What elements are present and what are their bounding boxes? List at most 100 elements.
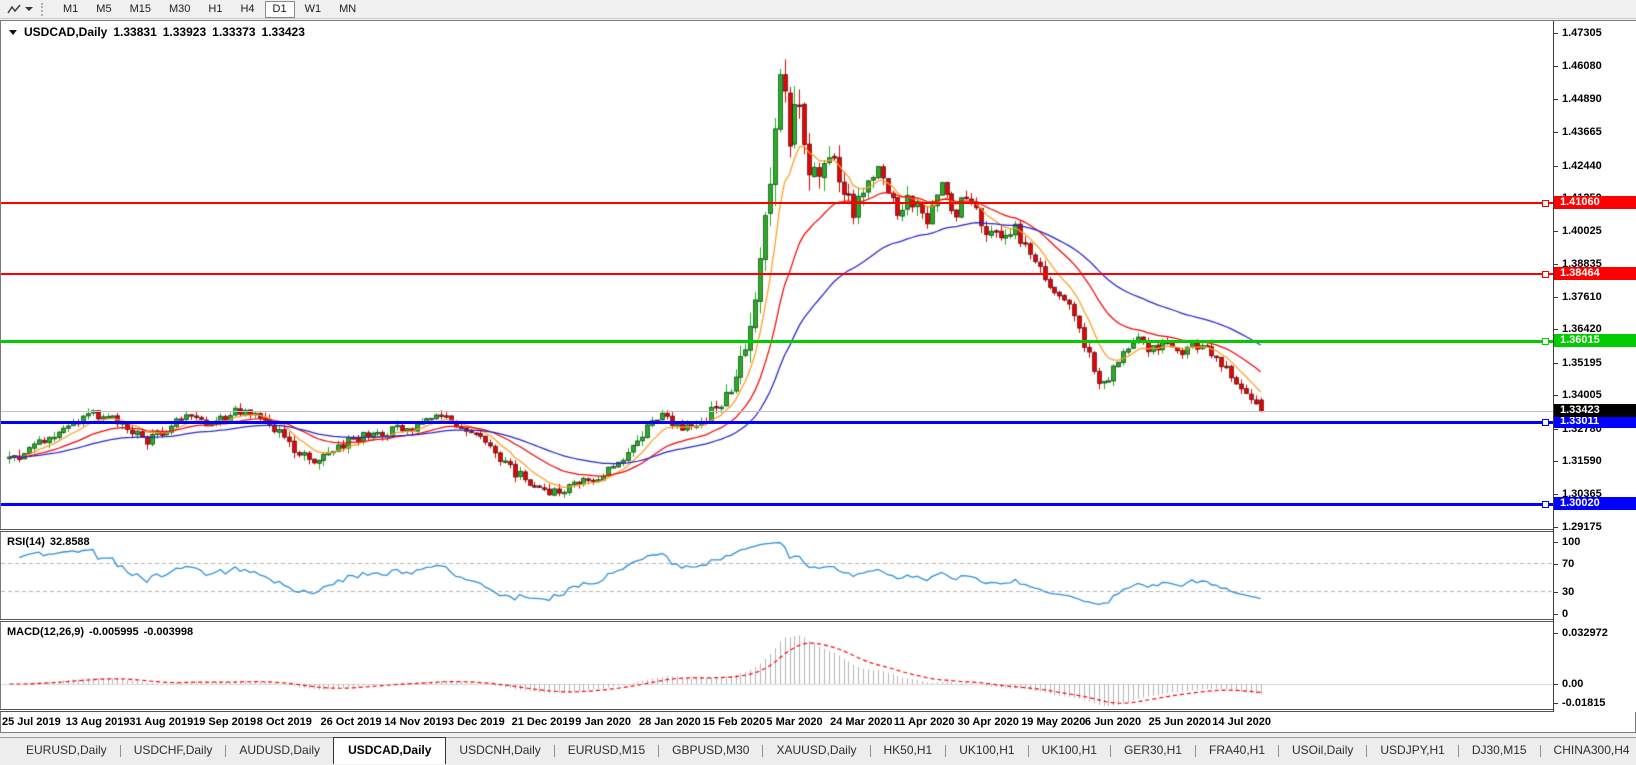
rsi-indicator-canvas[interactable]: [1, 532, 1553, 619]
price-scale-tick: [1554, 132, 1558, 133]
price-scale-label: 1.35195: [1562, 357, 1602, 369]
price-scale-label: 0.00: [1562, 678, 1583, 690]
line-drag-marker[interactable]: [1542, 419, 1549, 426]
macd-value-main: -0.005995: [89, 626, 139, 638]
timeframe-button-m5[interactable]: M5: [88, 1, 119, 18]
price-scale-label: 1.44890: [1562, 93, 1602, 105]
horizontal-line-1.33011[interactable]: [1, 421, 1553, 424]
chart-tab-hk50-h1[interactable]: HK50,H1: [871, 738, 946, 763]
date-axis-label: 21 Dec 2019: [512, 716, 575, 728]
line-drag-marker[interactable]: [1542, 338, 1549, 345]
price-scale-tick: [1554, 564, 1558, 565]
dropdown-caret-icon: [25, 7, 33, 11]
price-scale-label: 1.37610: [1562, 291, 1602, 303]
price-scale[interactable]: 1.473051.460801.448901.436651.424401.412…: [1553, 21, 1636, 712]
timeframe-button-h4[interactable]: H4: [232, 1, 262, 18]
date-axis-label: 5 Mar 2020: [766, 716, 822, 728]
chart-tab-uk100-h1[interactable]: UK100,H1: [1029, 738, 1110, 763]
horizontal-line-1.36015[interactable]: [1, 340, 1553, 343]
chart-tab-fra40-h1[interactable]: FRA40,H1: [1196, 738, 1278, 763]
date-axis[interactable]: 25 Jul 201913 Aug 201931 Aug 201919 Sep …: [1, 712, 1635, 732]
price-scale-tick: [1554, 166, 1558, 167]
chart-tab-usoil-daily[interactable]: USOil,Daily: [1279, 738, 1366, 763]
price-scale-label: -0.01815: [1562, 697, 1605, 709]
chart-tab-usdchf-daily[interactable]: USDCHF,Daily: [121, 738, 226, 763]
chart-tab-bar: EURUSD,DailyUSDCHF,DailyAUDUSD,DailyUSDC…: [0, 737, 1636, 764]
main-chart-canvas[interactable]: [1, 21, 1553, 529]
chart-tab-audusd-daily[interactable]: AUDUSD,Daily: [226, 738, 333, 763]
horizontal-line-1.41060[interactable]: [1, 202, 1553, 204]
pane-separator[interactable]: [0, 529, 1636, 532]
line-chart-icon: [7, 3, 22, 16]
price-scale-tick: [1554, 329, 1558, 330]
date-axis-label: 13 Aug 2019: [66, 716, 130, 728]
date-axis-label: 30 Apr 2020: [958, 716, 1019, 728]
price-scale-tick: [1554, 66, 1558, 67]
chart-tab-china300-h4[interactable]: CHINA300,H4: [1541, 738, 1636, 763]
price-line-tag: 1.33423: [1554, 404, 1636, 417]
date-axis-label: 14 Nov 2019: [384, 716, 448, 728]
chart-title: USDCAD,Daily: [24, 25, 107, 39]
macd-name: MACD(12,26,9): [7, 626, 84, 638]
price-scale-tick: [1554, 494, 1558, 495]
timeframe-button-m30[interactable]: M30: [161, 1, 198, 18]
price-scale-label: 0.032972: [1562, 627, 1608, 639]
date-axis-label: 3 Dec 2019: [448, 716, 505, 728]
chart-tab-usdjpy-h1[interactable]: USDJPY,H1: [1367, 738, 1457, 763]
date-axis-label: 8 Oct 2019: [257, 716, 312, 728]
chart-tab-dj30-m15[interactable]: DJ30,M15: [1459, 738, 1540, 763]
chart-tab-gbpusd-m30[interactable]: GBPUSD,M30: [659, 738, 762, 763]
chart-tab-usdcad-daily[interactable]: USDCAD,Daily: [333, 737, 446, 764]
timeframe-button-m1[interactable]: M1: [55, 1, 86, 18]
ohlc-close: 1.33423: [262, 25, 305, 39]
top-toolbar: M1M5M15M30H1H4D1W1MN: [0, 0, 1636, 19]
price-scale-label: 70: [1562, 558, 1574, 570]
chart-tab-eurusd-daily[interactable]: EURUSD,Daily: [13, 738, 120, 763]
timeframe-button-h1[interactable]: H1: [200, 1, 230, 18]
chart-tab-eurusd-m15[interactable]: EURUSD,M15: [555, 738, 658, 763]
ohlc-open: 1.33831: [113, 25, 156, 39]
timeframe-button-group: M1M5M15M30H1H4D1W1MN: [54, 1, 365, 18]
price-scale-tick: [1554, 614, 1558, 615]
timeframe-button-mn[interactable]: MN: [331, 1, 364, 18]
chart-tab-ger30-h1[interactable]: GER30,H1: [1111, 738, 1195, 763]
date-axis-label: 9 Jan 2020: [575, 716, 631, 728]
rsi-value: 32.8588: [50, 536, 90, 548]
macd-indicator-canvas[interactable]: [1, 622, 1553, 709]
horizontal-line-1.38464[interactable]: [1, 273, 1553, 275]
chart-tab-uk100-h1[interactable]: UK100,H1: [946, 738, 1027, 763]
timeframe-button-d1[interactable]: D1: [265, 1, 295, 18]
price-scale-tick: [1554, 592, 1558, 593]
line-drag-marker[interactable]: [1542, 200, 1549, 207]
price-scale-tick: [1554, 542, 1558, 543]
horizontal-line-1.30020[interactable]: [1, 503, 1553, 506]
price-line-tag: 1.41060: [1554, 196, 1636, 209]
price-scale-tick: [1554, 633, 1558, 634]
date-axis-label: 25 Jun 2020: [1149, 716, 1211, 728]
price-scale-tick: [1554, 297, 1558, 298]
pane-separator[interactable]: [0, 619, 1636, 622]
price-line-tag: 1.30020: [1554, 497, 1636, 510]
price-scale-tick: [1554, 33, 1558, 34]
price-scale-label: 1.46080: [1562, 60, 1602, 72]
line-drag-marker[interactable]: [1542, 271, 1549, 278]
price-scale-tick: [1554, 99, 1558, 100]
price-scale-label: 1.34005: [1562, 389, 1602, 401]
price-scale-label: 1.42440: [1562, 160, 1602, 172]
price-scale-tick: [1554, 527, 1558, 528]
timeframe-button-m15[interactable]: M15: [122, 1, 159, 18]
chart-collapse-icon[interactable]: [9, 30, 17, 35]
date-axis-label: 26 Oct 2019: [321, 716, 382, 728]
chart-tab-list: EURUSD,DailyUSDCHF,DailyAUDUSD,DailyUSDC…: [0, 738, 1636, 765]
chart-tab-usdcnh-daily[interactable]: USDCNH,Daily: [446, 738, 553, 763]
price-scale-tick: [1554, 363, 1558, 364]
date-axis-label: 25 Jul 2019: [2, 716, 61, 728]
chart-tools-dropdown[interactable]: [4, 3, 36, 16]
macd-value-signal: -0.003998: [144, 626, 194, 638]
line-drag-marker[interactable]: [1542, 501, 1549, 508]
chart-tab-xauusd-daily[interactable]: XAUUSD,Daily: [763, 738, 869, 763]
timeframe-button-w1[interactable]: W1: [297, 1, 330, 18]
price-scale-label: 1.40025: [1562, 225, 1602, 237]
ohlc-high: 1.33923: [163, 25, 206, 39]
date-axis-label: 6 Jun 2020: [1085, 716, 1141, 728]
